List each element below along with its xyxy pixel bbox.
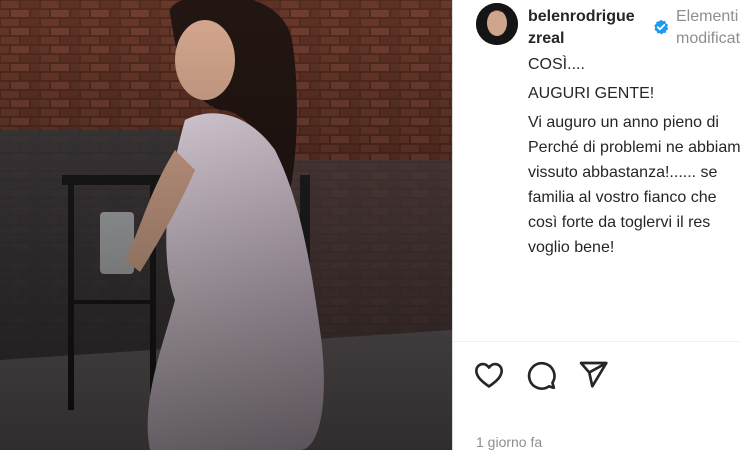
caption-line: familia al vostro fianco che — [528, 189, 717, 206]
edited-line-2: modificati — [676, 30, 740, 47]
share-button[interactable] — [576, 358, 610, 392]
username-line-2: zreal — [528, 30, 565, 47]
caption-line: COSÌ.... — [528, 56, 585, 73]
heart-icon — [475, 362, 503, 388]
comment-icon — [527, 361, 556, 390]
caption-line: AUGURI GENTE! — [528, 85, 655, 102]
post-timestamp[interactable]: 1 giorno fa — [476, 434, 542, 450]
caption-line: voglio bene! — [528, 239, 615, 256]
post-actions — [472, 358, 610, 392]
verified-badge-icon — [654, 19, 669, 35]
panel-divider — [453, 341, 740, 342]
comment-button[interactable] — [524, 358, 558, 392]
username-line-1: belenrodrigue — [528, 8, 635, 25]
post-photo — [0, 0, 452, 450]
share-icon — [579, 361, 608, 388]
instagram-post-view: belenrodrigue zreal Elementi modificati … — [0, 0, 740, 450]
caption-line: vissuto abbastanza!...... se — [528, 164, 718, 181]
edited-label: Elementi modificati — [676, 6, 740, 50]
profile-avatar[interactable] — [476, 3, 518, 45]
caption-line: così forte da toglervi il res — [528, 214, 711, 231]
post-username[interactable]: belenrodrigue zreal — [528, 6, 652, 50]
edited-line-1: Elementi — [676, 8, 739, 25]
like-button[interactable] — [472, 358, 506, 392]
caption-line: Perché di problemi ne abbiamo — [528, 139, 740, 156]
post-media[interactable] — [0, 0, 452, 450]
avatar-image — [476, 3, 518, 45]
caption-line: Vi auguro un anno pieno di — [528, 114, 719, 131]
post-caption: COSÌ.... AUGURI GENTE! Vi auguro un anno… — [528, 52, 740, 260]
